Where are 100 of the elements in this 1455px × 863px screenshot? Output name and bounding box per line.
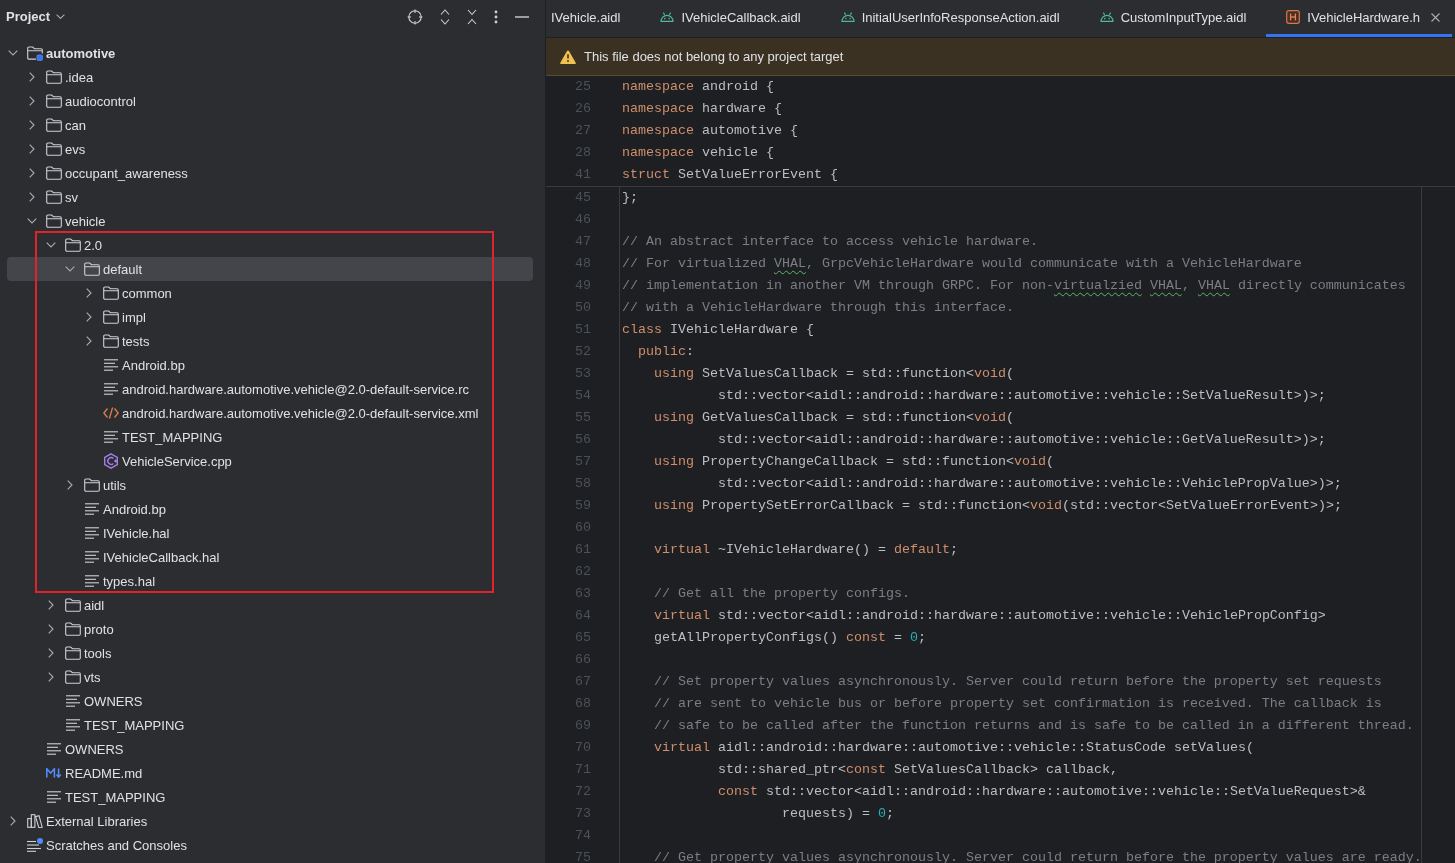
android-icon — [660, 12, 675, 22]
folder-icon — [46, 94, 62, 108]
chevron-right-icon[interactable] — [29, 120, 35, 130]
chevron-right-icon[interactable] — [29, 72, 35, 82]
panel-title[interactable]: Project — [6, 9, 51, 24]
tree-item[interactable]: tools — [7, 641, 533, 665]
chevron-right-icon[interactable] — [29, 192, 35, 202]
folder-icon — [65, 670, 81, 684]
editor-tab[interactable]: CustomInputType.aidl — [1079, 0, 1267, 37]
tree-item[interactable]: OWNERS — [7, 737, 533, 761]
tree-item[interactable]: sv — [7, 185, 533, 209]
tree-item[interactable]: 2.0 — [7, 233, 533, 257]
chevron-right-icon[interactable] — [29, 144, 35, 154]
tree-item[interactable]: TEST_MAPPING — [7, 785, 533, 809]
code-line: class IVehicleHardware { — [622, 321, 814, 339]
text-file-icon — [47, 791, 61, 803]
tree-item[interactable]: vehicle — [7, 209, 533, 233]
folder-icon — [46, 190, 62, 204]
code-line: using SetValuesCallback = std::function<void( — [654, 365, 1014, 383]
code-line: std::vector<aidl::android::hardware::automotive::vehicle::SetValueResult>)>; — [718, 387, 1326, 405]
code-line: // are sent to vehicle bus or before property set confirmation is received. The callback is — [654, 695, 1382, 713]
tree-item[interactable]: common — [7, 281, 533, 305]
tree-item[interactable]: OWNERS — [7, 689, 533, 713]
kebab-menu-icon[interactable] — [494, 9, 498, 24]
tree-item[interactable]: README.md — [7, 761, 533, 785]
tree-item[interactable]: TEST_MAPPING — [7, 425, 533, 449]
tree-item[interactable]: proto — [7, 617, 533, 641]
code-line: const std::vector<aidl::android::hardware::automotive::vehicle::SetValueRequest>& — [718, 783, 1366, 801]
tree-item[interactable]: evs — [7, 137, 533, 161]
editor-tab[interactable]: InitialUserInfoResponseAction.aidl — [820, 0, 1080, 37]
tree-item[interactable]: default — [7, 257, 533, 281]
tree-item[interactable]: Scratches and Consoles — [7, 833, 533, 857]
chevron-right-icon[interactable] — [48, 600, 54, 610]
minimize-icon[interactable] — [515, 15, 529, 18]
tree-item[interactable]: can — [7, 113, 533, 137]
code-line: using GetValuesCallback = std::function<void( — [654, 409, 1014, 427]
tree-item[interactable]: Android.bp — [7, 353, 533, 377]
code-line: virtual std::vector<aidl::android::hardware::automotive::vehicle::VehiclePropConfig> — [654, 607, 1326, 625]
caret-icon[interactable] — [56, 14, 66, 19]
chevron-right-icon[interactable] — [48, 648, 54, 658]
close-icon[interactable] — [1431, 12, 1441, 22]
chevron-right-icon[interactable] — [48, 672, 54, 682]
editor-tab[interactable]: IVehicleHardware.h — [1266, 0, 1453, 37]
text-file-icon — [85, 575, 99, 587]
tree-item[interactable]: External Libraries — [7, 809, 533, 833]
code-line: struct SetValueErrorEvent { — [622, 166, 838, 184]
chevron-right-icon[interactable] — [86, 288, 92, 298]
tree-item[interactable]: android.hardware.automotive.vehicle@2.0-default-service.rc — [7, 377, 533, 401]
editor-tab[interactable]: IVehicle.aidl — [546, 0, 641, 37]
scratch-file-icon — [27, 838, 43, 852]
tree-item[interactable]: types.hal — [7, 569, 533, 593]
chevron-right-icon[interactable] — [48, 624, 54, 634]
tree-item[interactable]: .idea — [7, 65, 533, 89]
code-line: // For virtualized VHAL, GrpcVehicleHardware would communicate with a VehicleHardware — [622, 255, 1302, 273]
tree-item[interactable]: vts — [7, 665, 533, 689]
tree-item[interactable]: IVehicle.hal — [7, 521, 533, 545]
tree-item[interactable]: IVehicleCallback.hal — [7, 545, 533, 569]
header-file-icon — [1286, 10, 1301, 24]
chevron-right-icon[interactable] — [29, 168, 35, 178]
code-line: std::vector<aidl::android::hardware::automotive::vehicle::GetValueResult>)>; — [718, 431, 1326, 449]
folder-icon — [65, 238, 81, 252]
tree-item[interactable]: aidl — [7, 593, 533, 617]
tree-item[interactable]: impl — [7, 305, 533, 329]
tree-item[interactable]: occupant_awareness — [7, 161, 533, 185]
editor-tab[interactable]: IVehicleCallback.aidl — [640, 0, 821, 37]
text-file-icon — [104, 383, 118, 395]
tree-item[interactable]: Android.bp — [7, 497, 533, 521]
tree-item[interactable]: VehicleService.cpp — [7, 449, 533, 473]
code-line: getAllPropertyConfigs() const = 0; — [654, 629, 926, 647]
chevron-down-icon[interactable] — [65, 266, 75, 272]
up-down-chevrons-icon[interactable] — [440, 8, 450, 25]
tree-item[interactable]: TEST_MAPPING — [7, 713, 533, 737]
code-line: using PropertyChangeCallback = std::function<void( — [654, 453, 1054, 471]
code-line: // Get property values asynchronously. Server could return before the property values are ready. — [654, 849, 1422, 863]
code-line: namespace vehicle { — [622, 144, 774, 162]
code-file-icon — [103, 407, 119, 419]
library-icon — [27, 814, 43, 828]
tree-item[interactable]: utils — [7, 473, 533, 497]
chevron-right-icon[interactable] — [10, 816, 16, 826]
code-line: requests) = 0; — [781, 805, 894, 823]
tree-item[interactable]: audiocontrol — [7, 89, 533, 113]
code-line: namespace android { — [622, 78, 774, 96]
crosshair-icon[interactable] — [407, 8, 423, 25]
text-file-icon — [66, 719, 80, 731]
chevron-down-icon[interactable] — [27, 218, 37, 224]
chevron-right-icon[interactable] — [67, 480, 73, 490]
chevron-right-icon[interactable] — [86, 336, 92, 346]
folder-icon — [46, 166, 62, 180]
text-file-icon — [85, 551, 99, 563]
tree-item[interactable]: tests — [7, 329, 533, 353]
tree-item[interactable]: android.hardware.automotive.vehicle@2.0-default-service.xml — [7, 401, 533, 425]
chevron-right-icon[interactable] — [29, 96, 35, 106]
chevron-right-icon[interactable] — [86, 312, 92, 322]
android-icon — [1099, 12, 1114, 22]
chevron-down-icon[interactable] — [8, 50, 18, 56]
tree-item[interactable]: automotive — [7, 41, 533, 65]
code-line: std::shared_ptr<const SetValuesCallback> callback, — [718, 761, 1118, 779]
chevron-down-icon[interactable] — [46, 242, 56, 248]
warning-icon — [560, 49, 576, 64]
inward-chevrons-icon[interactable] — [467, 8, 477, 25]
